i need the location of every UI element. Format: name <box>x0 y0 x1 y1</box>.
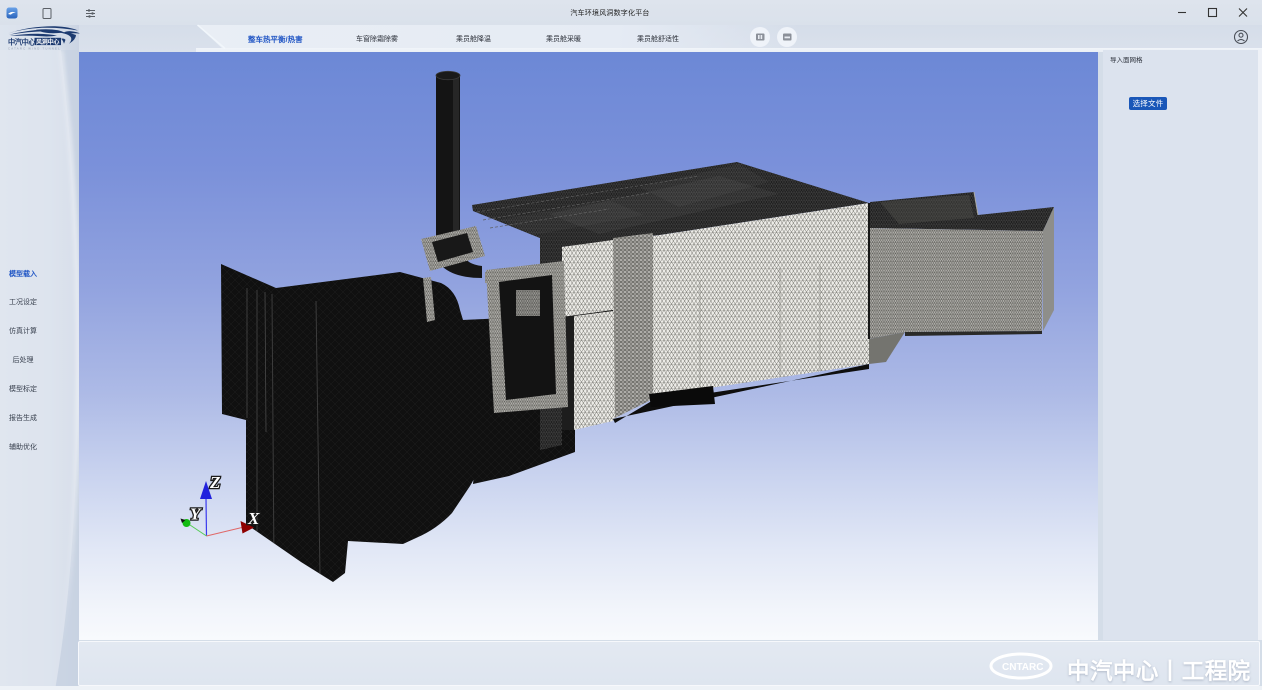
svg-text:Y: Y <box>190 505 202 524</box>
svg-text:Z: Z <box>209 473 220 492</box>
svg-text:风洞中心: 风洞中心 <box>36 38 59 46</box>
svg-text:X: X <box>247 509 260 528</box>
svg-text:CATARC WIND TUNNEL: CATARC WIND TUNNEL <box>8 46 61 50</box>
svg-text:CNTARC: CNTARC <box>1002 662 1043 673</box>
